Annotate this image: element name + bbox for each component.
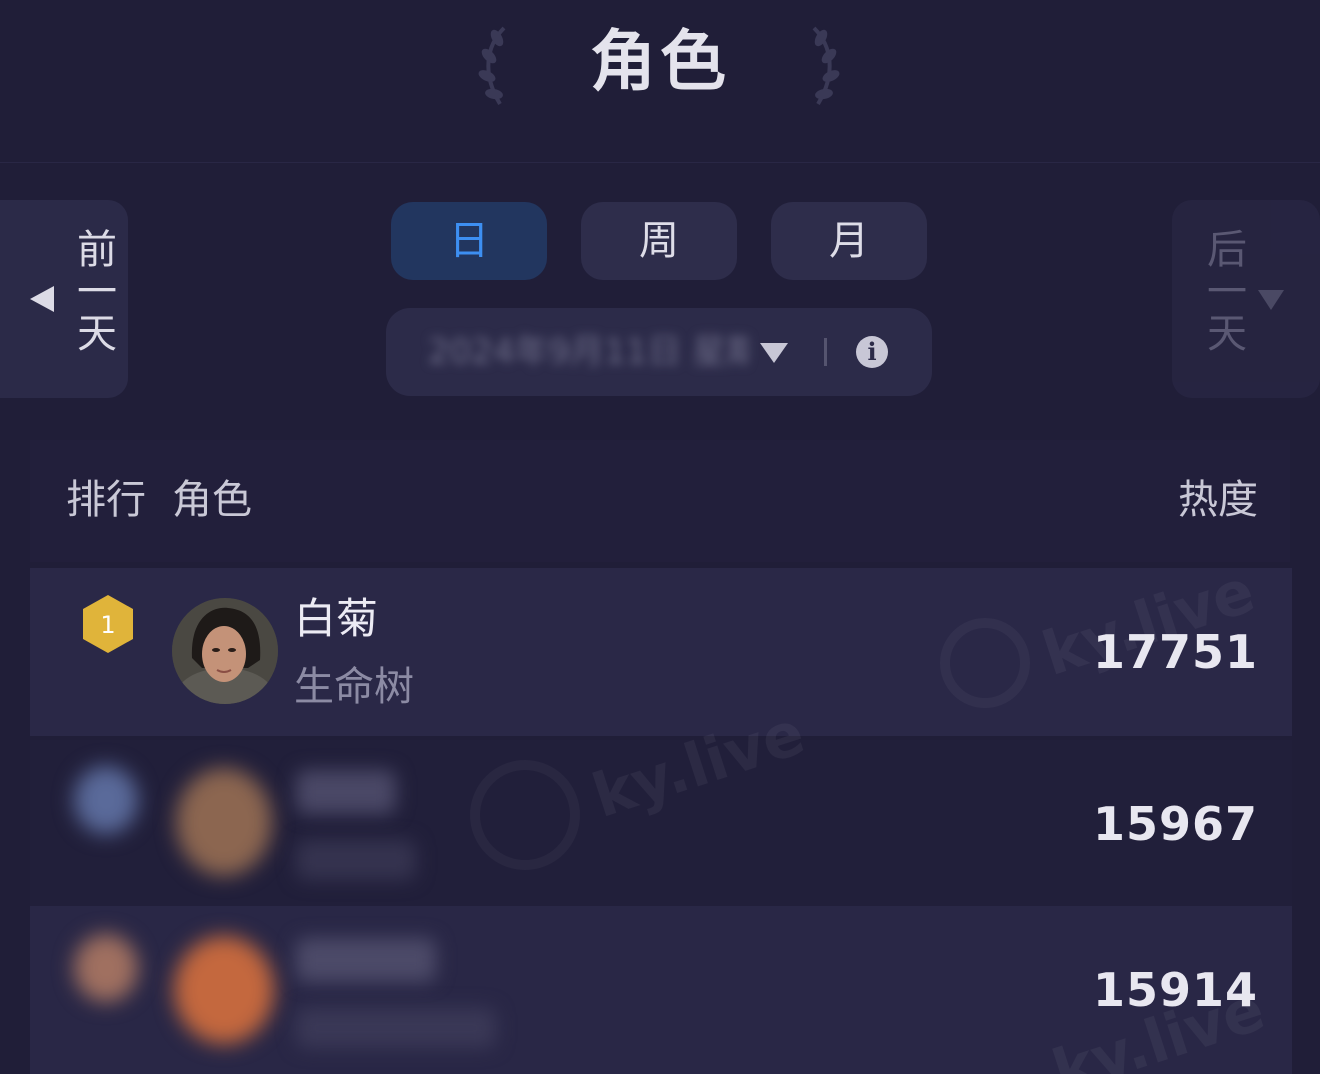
- table-row[interactable]: 15914 ky.live: [30, 906, 1292, 1074]
- avatar[interactable]: [172, 598, 278, 704]
- prev-day-button[interactable]: 前一天: [0, 200, 128, 398]
- avatar-blurred: [176, 768, 272, 876]
- character-name: 白菊: [294, 594, 379, 643]
- heat-value: 15967: [1092, 797, 1258, 851]
- info-icon[interactable]: i: [856, 336, 888, 368]
- tab-week[interactable]: 周: [581, 202, 737, 280]
- avatar-blurred: [174, 936, 274, 1044]
- table-row[interactable]: 15967 ky.live: [30, 698, 1292, 908]
- header-divider: [0, 162, 1320, 163]
- rank-badge-gold: 1: [83, 595, 133, 653]
- tab-day[interactable]: 日: [391, 202, 547, 280]
- arrow-left-icon: [30, 286, 54, 312]
- prev-day-label: 前一天: [70, 228, 116, 354]
- drama-blurred: [296, 840, 416, 880]
- header-heat: 热度: [1178, 477, 1258, 523]
- rank-badge-blurred: [74, 766, 138, 834]
- header-role: 角色: [172, 477, 252, 523]
- watermark-logo-icon: [470, 760, 580, 870]
- drama-name: 生命树: [294, 664, 414, 710]
- table-header: 排行 角色 热度: [30, 440, 1290, 562]
- tab-month[interactable]: 月: [771, 202, 927, 280]
- page-title: 角色: [590, 23, 730, 100]
- name-blurred: [296, 938, 436, 982]
- arrow-down-icon: [1258, 290, 1284, 310]
- date-selector-value: 2024年9月11日 星期三: [428, 332, 748, 372]
- watermark-logo-icon: [940, 618, 1030, 708]
- rank-number: 1: [100, 611, 115, 639]
- selector-separator: [824, 338, 827, 366]
- laurel-right-icon: [812, 26, 840, 106]
- portrait-image: [172, 598, 278, 704]
- header-rank: 排行: [66, 477, 146, 523]
- ranking-page: 角色 前一天 后一天 日 周 月 2024年9月11日 星期三 i 排行 角色 …: [0, 0, 1320, 1074]
- drama-blurred: [296, 1008, 496, 1048]
- next-day-button[interactable]: 后一天: [1172, 200, 1320, 398]
- rank-badge-blurred: [74, 934, 138, 1002]
- next-day-label: 后一天: [1200, 228, 1246, 354]
- name-blurred: [296, 770, 396, 814]
- chevron-down-icon[interactable]: [760, 343, 788, 363]
- table-row[interactable]: 1 白菊 生命树 17751 ky.live: [30, 556, 1292, 736]
- date-selector[interactable]: 2024年9月11日 星期三 i: [386, 308, 932, 396]
